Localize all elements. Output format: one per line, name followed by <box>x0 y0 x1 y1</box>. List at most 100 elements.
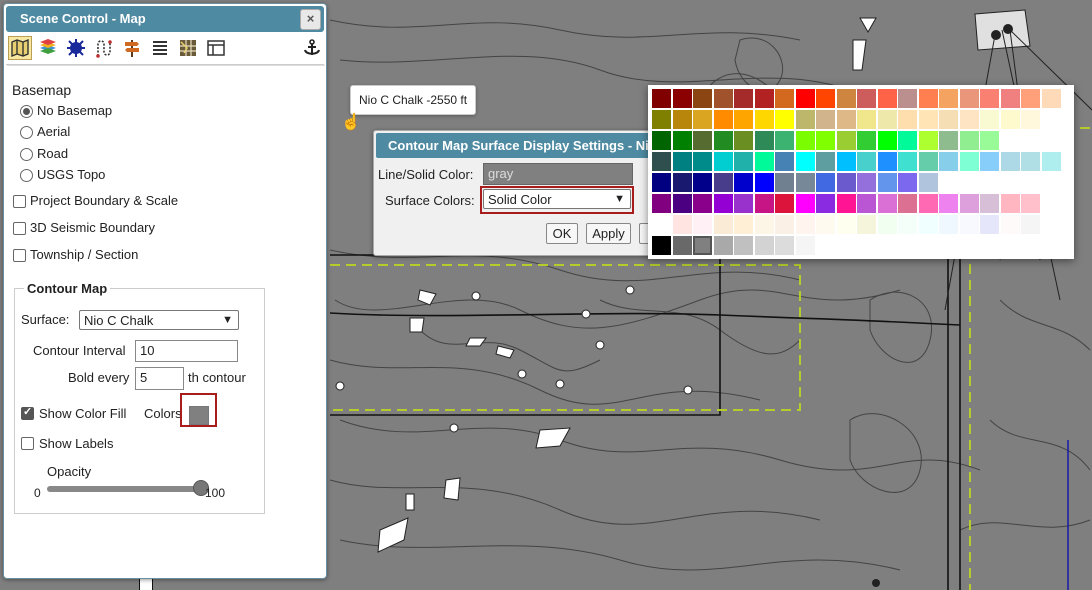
color-swatch[interactable] <box>939 89 958 108</box>
radio-usgs-topo[interactable] <box>20 169 33 182</box>
color-swatch[interactable] <box>959 152 979 171</box>
color-swatch[interactable] <box>713 89 733 108</box>
color-swatch[interactable] <box>672 131 692 150</box>
color-swatch[interactable] <box>652 152 671 171</box>
color-swatch[interactable] <box>672 152 692 171</box>
color-swatch[interactable] <box>652 131 671 150</box>
color-swatch[interactable] <box>939 152 958 171</box>
color-swatch[interactable] <box>836 194 856 213</box>
color-swatch[interactable] <box>693 131 712 150</box>
radio-aerial[interactable] <box>20 126 33 139</box>
color-swatch[interactable] <box>652 215 671 234</box>
color-swatch[interactable] <box>713 131 733 150</box>
color-swatch[interactable] <box>857 194 876 213</box>
color-swatch[interactable] <box>939 131 958 150</box>
color-swatch[interactable] <box>1021 152 1040 171</box>
color-swatch[interactable] <box>693 152 712 171</box>
surface-colors-select[interactable]: Solid Color ▼ <box>483 189 631 209</box>
color-swatch[interactable] <box>672 173 692 192</box>
color-swatch[interactable] <box>795 131 815 150</box>
color-swatch[interactable] <box>898 173 917 192</box>
color-swatch[interactable] <box>734 110 753 129</box>
color-swatch[interactable] <box>898 194 917 213</box>
color-swatch[interactable] <box>1021 110 1040 129</box>
color-swatch[interactable] <box>939 215 958 234</box>
checkbox-label-project-boundary[interactable]: Project Boundary & Scale <box>30 193 178 208</box>
color-swatch[interactable] <box>652 173 671 192</box>
color-swatch[interactable] <box>1041 152 1061 171</box>
color-swatch[interactable] <box>857 89 876 108</box>
color-swatch[interactable] <box>652 236 671 255</box>
color-swatch[interactable] <box>775 215 794 234</box>
color-swatch[interactable] <box>693 110 712 129</box>
color-swatch[interactable] <box>693 89 712 108</box>
radio-no-basemap[interactable] <box>20 105 33 118</box>
color-swatch[interactable] <box>980 131 999 150</box>
color-swatch[interactable] <box>795 215 815 234</box>
color-swatch[interactable] <box>672 89 692 108</box>
color-swatch[interactable] <box>898 215 917 234</box>
checkbox-label-show-color-fill[interactable]: Show Color Fill <box>39 406 126 421</box>
color-swatch[interactable] <box>918 89 938 108</box>
color-swatch[interactable] <box>857 173 876 192</box>
color-swatch[interactable] <box>1000 194 1020 213</box>
color-swatch-button[interactable] <box>189 406 209 425</box>
close-button[interactable]: × <box>300 9 321 30</box>
color-swatch[interactable] <box>980 152 999 171</box>
grid-icon[interactable] <box>176 36 200 60</box>
color-swatch[interactable] <box>816 194 835 213</box>
color-swatch[interactable] <box>795 236 815 255</box>
checkbox-project-boundary[interactable] <box>13 195 26 208</box>
color-swatch[interactable] <box>959 131 979 150</box>
color-swatch[interactable] <box>980 110 999 129</box>
color-swatch[interactable] <box>734 215 753 234</box>
anchor-icon[interactable] <box>300 36 324 60</box>
color-swatch[interactable] <box>959 215 979 234</box>
color-swatch[interactable] <box>836 215 856 234</box>
color-swatch[interactable] <box>877 194 897 213</box>
checkbox-3d-seismic-boundary[interactable] <box>13 222 26 235</box>
color-swatch[interactable] <box>816 110 835 129</box>
color-swatch[interactable] <box>939 194 958 213</box>
color-swatch[interactable] <box>754 89 774 108</box>
color-swatch[interactable] <box>898 89 917 108</box>
apply-button[interactable]: Apply <box>586 223 631 244</box>
color-swatch[interactable] <box>836 152 856 171</box>
color-swatch[interactable] <box>672 194 692 213</box>
color-swatch[interactable] <box>775 89 794 108</box>
seismic-icon[interactable] <box>64 36 88 60</box>
color-swatch[interactable] <box>816 89 835 108</box>
checkbox-label-township-section[interactable]: Township / Section <box>30 247 138 262</box>
scene-control-titlebar[interactable]: Scene Control - Map × <box>6 6 324 32</box>
opacity-slider-track[interactable] <box>47 486 200 492</box>
color-swatch[interactable] <box>795 152 815 171</box>
color-swatch[interactable] <box>734 236 753 255</box>
color-swatch[interactable] <box>652 194 671 213</box>
wells-icon[interactable] <box>92 36 116 60</box>
color-swatch[interactable] <box>1041 89 1061 108</box>
color-swatch[interactable] <box>775 152 794 171</box>
color-swatch[interactable] <box>877 89 897 108</box>
dialog-title[interactable]: Contour Map Surface Display Settings - N… <box>376 133 650 158</box>
color-swatch[interactable] <box>857 215 876 234</box>
color-swatch[interactable] <box>1021 194 1040 213</box>
color-swatch[interactable] <box>713 215 733 234</box>
color-swatch[interactable] <box>980 215 999 234</box>
color-swatch[interactable] <box>713 110 733 129</box>
color-swatch[interactable] <box>693 236 712 255</box>
color-swatch[interactable] <box>775 110 794 129</box>
color-swatch[interactable] <box>754 152 774 171</box>
color-swatch[interactable] <box>652 110 671 129</box>
color-swatch[interactable] <box>959 194 979 213</box>
radio-label-usgs-topo[interactable]: USGS Topo <box>37 167 105 182</box>
color-swatch[interactable] <box>795 89 815 108</box>
color-swatch[interactable] <box>713 194 733 213</box>
color-swatch[interactable] <box>918 110 938 129</box>
map-icon[interactable] <box>8 36 32 60</box>
color-swatch[interactable] <box>980 194 999 213</box>
color-swatch[interactable] <box>918 152 938 171</box>
color-swatch[interactable] <box>693 194 712 213</box>
color-swatch[interactable] <box>713 173 733 192</box>
color-swatch[interactable] <box>877 215 897 234</box>
color-swatch[interactable] <box>693 173 712 192</box>
